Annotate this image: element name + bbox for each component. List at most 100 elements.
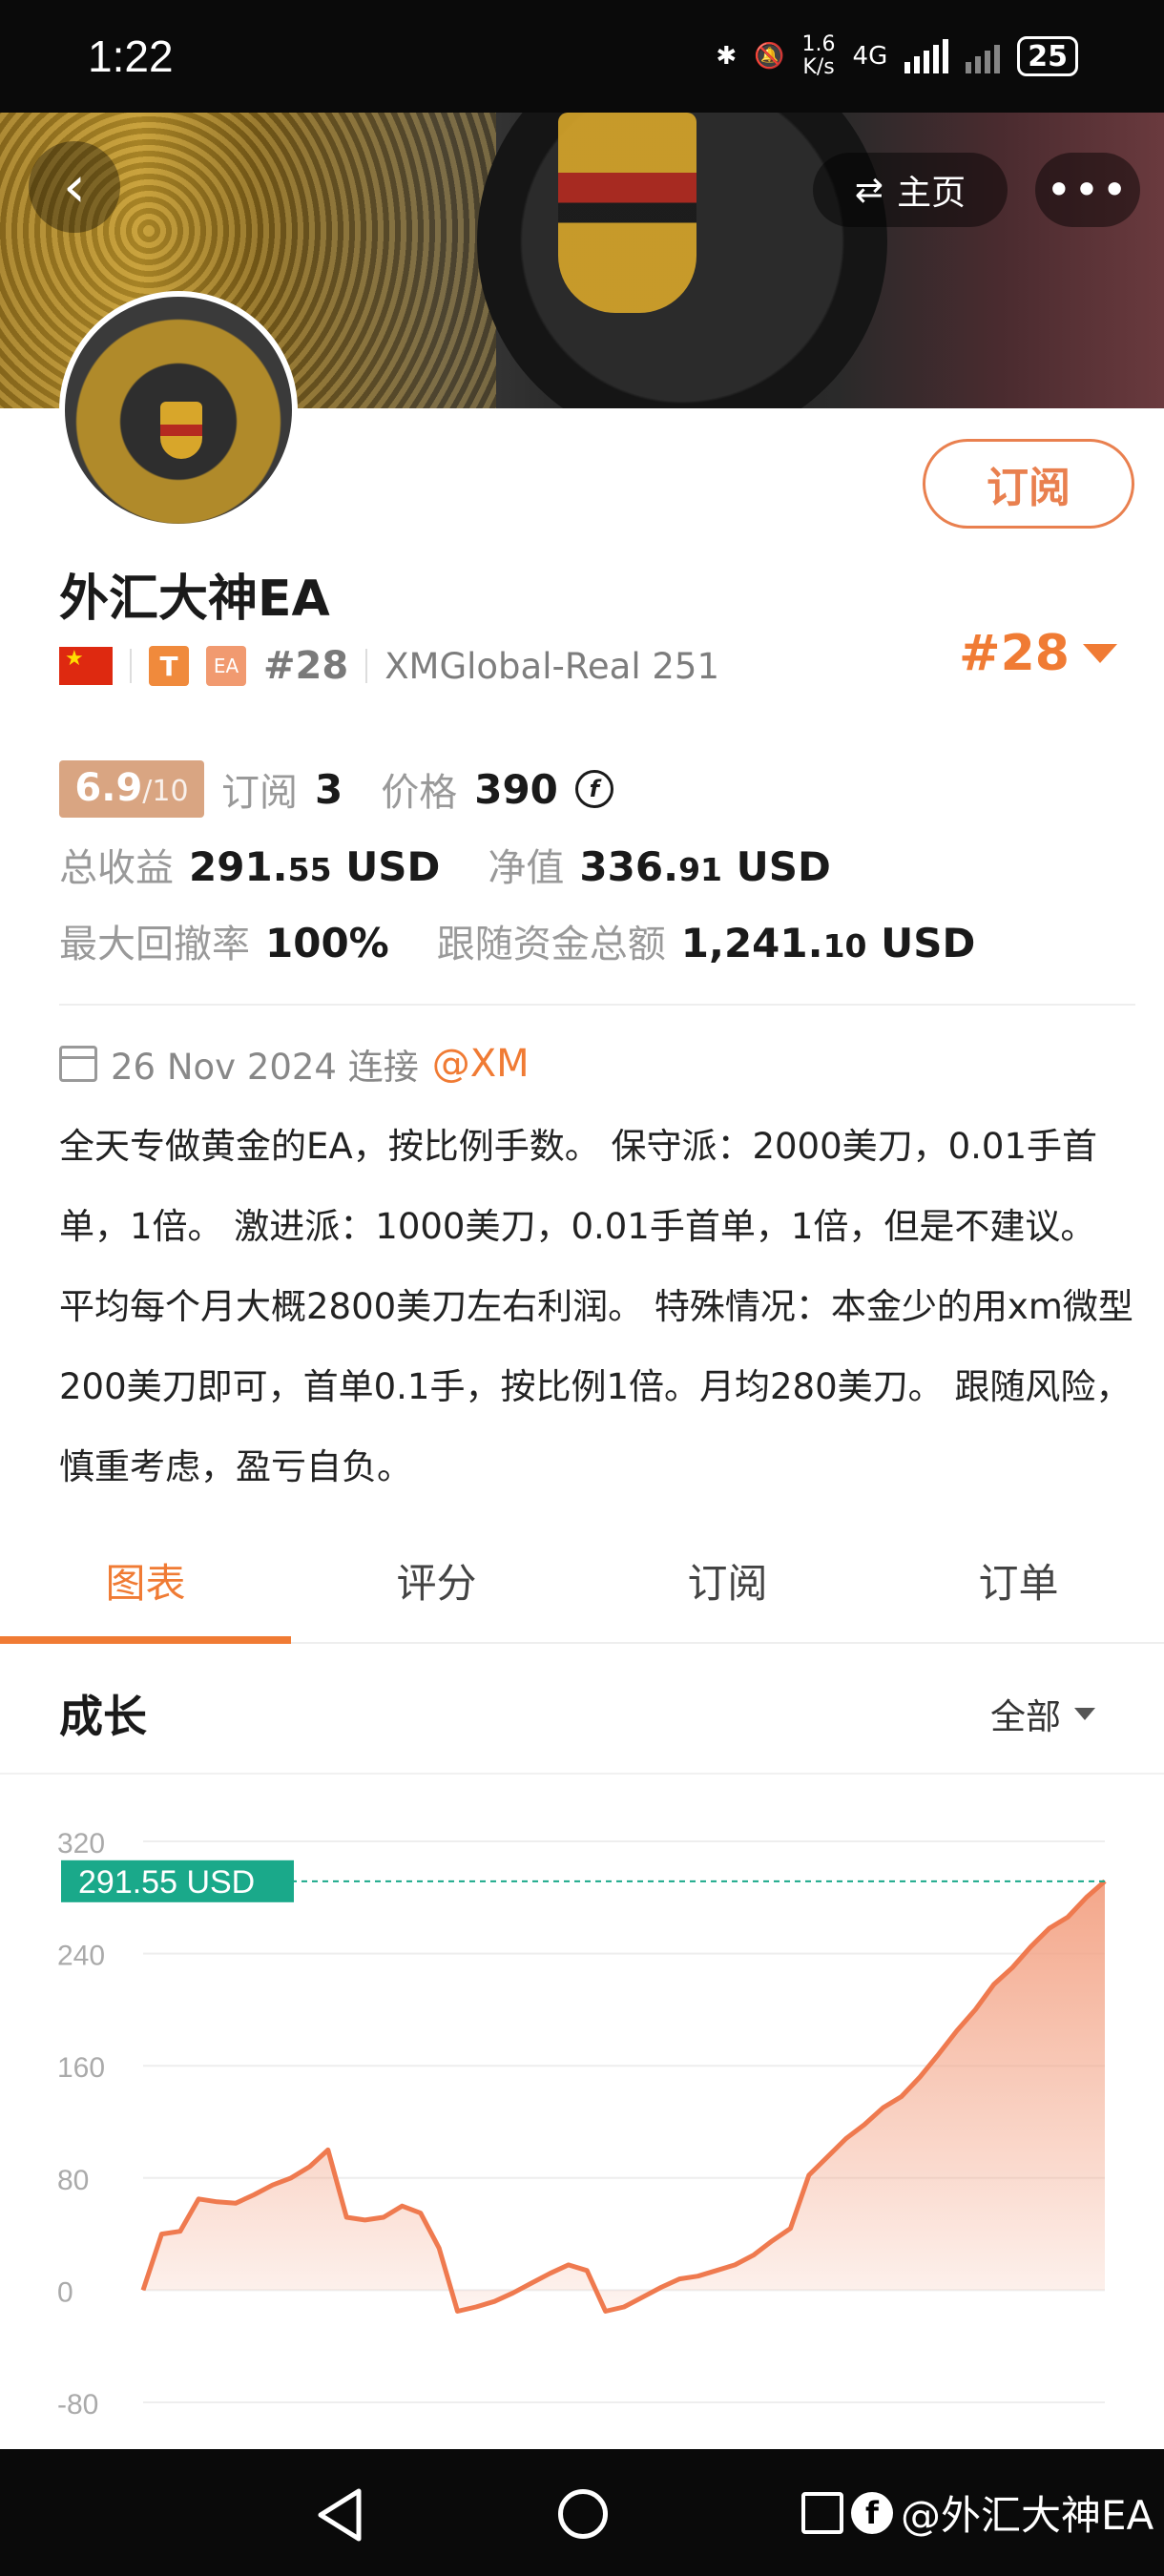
y-tick-label: -80 xyxy=(57,2389,98,2420)
coin-icon: f xyxy=(574,770,613,808)
connect-row: 26 Nov 2024 连接 @XM xyxy=(59,1038,530,1090)
growth-header: 成长 全部 xyxy=(0,1646,1164,1775)
data-point xyxy=(308,2166,310,2168)
range-filter-label: 全部 xyxy=(990,1696,1061,1737)
square-icon xyxy=(801,2491,843,2534)
data-point xyxy=(697,2275,699,2277)
calendar-icon xyxy=(59,1046,97,1082)
broker-link[interactable]: @XM xyxy=(432,1042,530,1086)
mute-bell-icon: 🔕 xyxy=(754,42,785,71)
max-drawdown-label: 最大回撤率 xyxy=(59,923,250,966)
tab-subscriptions[interactable]: 订阅 xyxy=(582,1541,873,1642)
swap-icon: ⇄ xyxy=(854,170,884,210)
data-point xyxy=(530,2282,532,2284)
data-point xyxy=(956,2029,958,2031)
data-point xyxy=(660,2286,662,2288)
status-bar: 1:22 ✱ 🔕 1.6 K/s 4G 25 xyxy=(0,0,1164,113)
score-badge: 6.9 /10 xyxy=(59,760,204,818)
tab-rating[interactable]: 评分 xyxy=(291,1541,582,1642)
nav-home-icon[interactable] xyxy=(558,2489,608,2539)
data-point xyxy=(901,2096,903,2098)
follow-funds-label: 跟随资金总额 xyxy=(436,923,666,966)
growth-chart[interactable]: 320 240 160 80 0 -80 291.55 USD xyxy=(0,1784,1164,2452)
data-point xyxy=(605,2310,607,2312)
stats-row-3: 最大回撤率 100% 跟随资金总额 1,241.10 USD xyxy=(59,913,975,968)
f-logo-icon: f xyxy=(851,2491,893,2534)
avatar[interactable] xyxy=(59,291,298,530)
more-icon: ••• xyxy=(1046,164,1130,216)
subscriptions-value: 3 xyxy=(315,765,343,813)
system-nav-bar: f @外汇大神EA xyxy=(0,2449,1164,2576)
net-speed-unit: K/s xyxy=(802,55,835,79)
tab-orders[interactable]: 订单 xyxy=(873,1541,1164,1642)
follow-funds-value: 1,241.10 USD xyxy=(680,920,976,966)
nav-back-icon[interactable] xyxy=(315,2487,364,2543)
stats-row-1: 6.9 /10 订阅 3 价格 390 f xyxy=(59,760,613,818)
signal-off-icon xyxy=(966,39,1001,73)
chevron-left-icon: ‹ xyxy=(63,154,86,220)
growth-title: 成长 xyxy=(59,1691,147,1742)
data-point xyxy=(457,2310,459,2312)
rank-big: #28 xyxy=(959,625,1070,682)
data-point xyxy=(826,2156,828,2158)
data-point xyxy=(1067,1916,1069,1918)
data-point xyxy=(753,2254,755,2256)
tab-bar: 图表 评分 订阅 订单 xyxy=(0,1541,1164,1644)
account-name: XMGlobal-Real 251 xyxy=(385,645,719,687)
data-point xyxy=(512,2292,514,2294)
stats-row-2: 总收益 291.55 USD 净值 336.91 USD xyxy=(59,837,831,892)
subscriptions-label: 订阅 xyxy=(221,771,298,815)
net-speed: 1.6 K/s xyxy=(802,33,836,79)
data-point xyxy=(142,2289,144,2291)
data-point xyxy=(716,2270,717,2272)
equity-label: 净值 xyxy=(488,846,565,890)
range-filter[interactable]: 全部 xyxy=(990,1688,1095,1739)
bluetooth-icon: ✱ xyxy=(716,42,738,71)
back-button[interactable]: ‹ xyxy=(29,141,120,233)
status-icons: ✱ 🔕 1.6 K/s 4G 25 xyxy=(716,33,1078,79)
y-tick-label: 0 xyxy=(57,2276,73,2308)
data-point xyxy=(549,2273,551,2275)
connect-date: 26 Nov 2024 连接 xyxy=(111,1047,419,1088)
tab-chart[interactable]: 图表 xyxy=(0,1541,291,1644)
china-flag-icon xyxy=(59,647,113,685)
price-label: 价格 xyxy=(381,771,458,815)
home-button[interactable]: ⇄ 主页 xyxy=(813,153,1008,227)
data-point xyxy=(493,2300,495,2302)
data-point xyxy=(272,2184,274,2186)
data-point xyxy=(568,2264,570,2266)
data-point xyxy=(641,2296,643,2298)
data-point xyxy=(438,2247,440,2249)
data-point xyxy=(845,2138,847,2140)
data-point xyxy=(217,2201,218,2203)
data-point xyxy=(197,2198,199,2200)
data-point xyxy=(475,2306,477,2308)
data-point xyxy=(938,2053,940,2055)
rank-dropdown[interactable]: #28 xyxy=(959,625,1117,682)
data-point xyxy=(290,2177,292,2179)
badge-ea: EA xyxy=(206,646,246,686)
more-button[interactable]: ••• xyxy=(1035,153,1140,227)
status-time: 1:22 xyxy=(88,31,174,81)
data-point xyxy=(160,2233,162,2235)
rank-small: #28 xyxy=(263,644,349,688)
data-point xyxy=(253,2193,255,2195)
y-tick-label: 320 xyxy=(57,1828,105,1859)
data-point xyxy=(345,2216,347,2218)
divider xyxy=(130,649,132,683)
price-value: 390 xyxy=(474,765,558,813)
data-point xyxy=(1086,1897,1088,1899)
subscribe-button[interactable]: 订阅 xyxy=(923,439,1134,529)
equity-value: 336.91 USD xyxy=(579,843,831,890)
data-point xyxy=(235,2202,237,2204)
y-tick-label: 160 xyxy=(57,2052,105,2084)
crest-graphic xyxy=(558,113,696,313)
score-total: /10 xyxy=(142,775,189,808)
max-drawdown-value: 100% xyxy=(265,920,389,966)
data-point xyxy=(808,2174,810,2176)
battery-icon: 25 xyxy=(1017,36,1078,76)
profile-meta: T EA #28 XMGlobal-Real 251 xyxy=(59,637,719,695)
data-point xyxy=(364,2219,366,2221)
divider xyxy=(365,649,368,683)
home-button-label: 主页 xyxy=(897,174,967,213)
